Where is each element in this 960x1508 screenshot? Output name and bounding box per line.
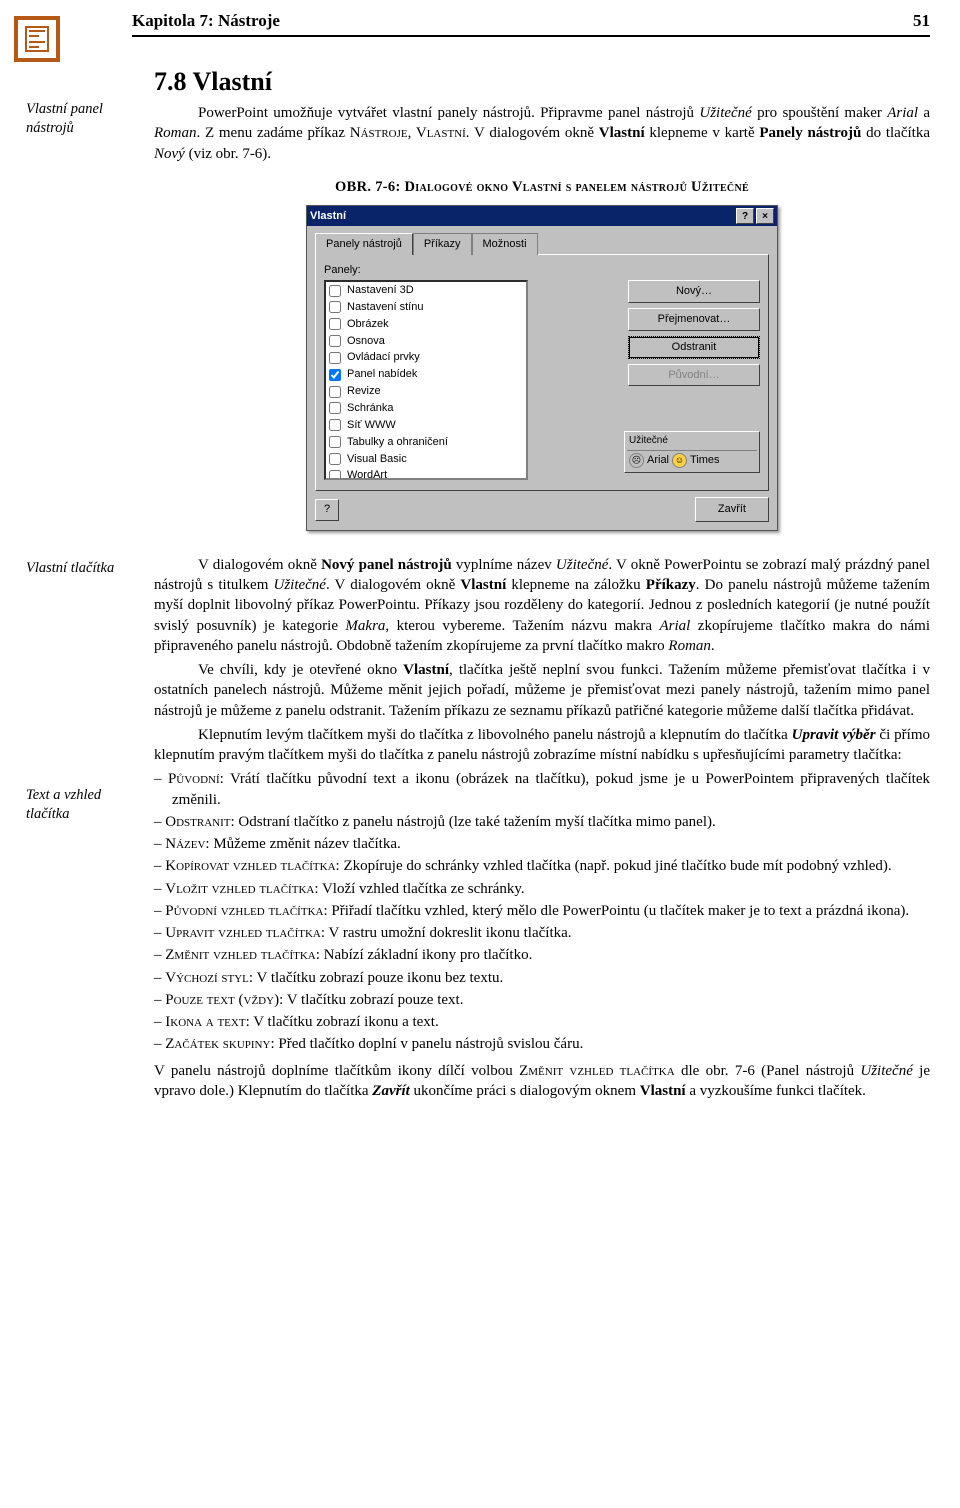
list-item: Tabulky a ohraničení	[326, 434, 526, 451]
close-button[interactable]: Zavřít	[695, 497, 769, 522]
list-item: Výchozí styl: V tlačítku zobrazí pouze i…	[154, 968, 930, 988]
section-heading: 7.8 Vlastní	[154, 64, 930, 99]
list-item: Původní: Vrátí tlačítku původní text a i…	[154, 769, 930, 810]
list-item: Název: Můžeme změnit název tlačítka.	[154, 834, 930, 854]
context-help-button[interactable]: ?	[315, 499, 339, 521]
reset-button: Původní…	[628, 364, 760, 387]
dialog-window: Vlastní ? × Panely nástrojů Příkazy Možn…	[306, 205, 778, 531]
list-item: Nastavení stínu	[326, 299, 526, 316]
toolbar-preview: Užitečné ☹ Arial ☺ Times	[624, 431, 760, 473]
chapter-title: Kapitola 7: Nástroje	[132, 10, 280, 33]
close-icon[interactable]: ×	[756, 208, 774, 224]
list-item: Kopírovat vzhled tlačítka: Zkopíruje do …	[154, 856, 930, 876]
context-menu-list: Původní: Vrátí tlačítku původní text a i…	[154, 769, 930, 1054]
dialog-title: Vlastní	[310, 209, 346, 224]
new-button[interactable]: Nový…	[628, 280, 760, 303]
list-item: Osnova	[326, 333, 526, 350]
tab-toolbars[interactable]: Panely nástrojů	[315, 233, 413, 255]
tab-commands[interactable]: Příkazy	[413, 233, 472, 255]
face-icon: ☺	[672, 453, 687, 468]
face-icon: ☹	[629, 453, 644, 468]
rename-button[interactable]: Přejmenovat…	[628, 308, 760, 331]
list-item: Začátek skupiny: Před tlačítko doplní v …	[154, 1034, 930, 1054]
preview-times: Times	[690, 453, 720, 468]
list-item: Panel nabídek	[326, 366, 526, 383]
paragraph: V dialogovém okně Nový panel nástrojů vy…	[154, 555, 930, 656]
figure-caption: OBR. 7-6: Dialogové okno Vlastní s panel…	[154, 178, 930, 198]
list-item: Ikona a text: V tlačítku zobrazí ikonu a…	[154, 1012, 930, 1032]
list-item: Ovládací prvky	[326, 349, 526, 366]
paragraph: Ve chvíli, kdy je otevřené okno Vlastní,…	[154, 660, 930, 721]
preview-title: Užitečné	[627, 434, 757, 451]
delete-button[interactable]: Odstranit	[628, 336, 760, 359]
list-item: Schránka	[326, 400, 526, 417]
preview-arial: Arial	[647, 453, 669, 468]
list-item: Původní vzhled tlačítka: Přiřadí tlačítk…	[154, 901, 930, 921]
list-item: Odstranit: Odstraní tlačítko z panelu ná…	[154, 812, 930, 832]
list-item: Vložit vzhled tlačítka: Vloží vzhled tla…	[154, 879, 930, 899]
paragraph: PowerPoint umožňuje vytvářet vlastní pan…	[154, 103, 930, 164]
margin-note: Vlastní tlačítka	[26, 559, 148, 578]
app-logo-icon	[14, 16, 60, 62]
list-item: Změnit vzhled tlačítka: Nabízí základní …	[154, 945, 930, 965]
paragraph: Klepnutím levým tlačítkem myši do tlačít…	[154, 725, 930, 766]
list-item: Pouze text (vždy): V tlačítku zobrazí po…	[154, 990, 930, 1010]
list-item: Visual Basic	[326, 451, 526, 468]
page-number: 51	[913, 10, 930, 33]
list-item: Síť WWW	[326, 417, 526, 434]
panels-listbox[interactable]: Nastavení 3D Nastavení stínu Obrázek Osn…	[324, 280, 528, 480]
list-item: Nastavení 3D	[326, 282, 526, 299]
panels-label: Panely:	[324, 263, 760, 278]
paragraph: V panelu nástrojů doplníme tlačítkům iko…	[154, 1061, 930, 1102]
tabstrip: Panely nástrojů Příkazy Možnosti	[315, 232, 769, 254]
list-item: Obrázek	[326, 316, 526, 333]
list-item: Upravit vzhled tlačítka: V rastru umožní…	[154, 923, 930, 943]
margin-note: Text a vzhled tlačítka	[26, 786, 148, 824]
margin-note: Vlastní panel nástrojů	[26, 100, 148, 138]
list-item: Revize	[326, 383, 526, 400]
help-icon[interactable]: ?	[736, 208, 754, 224]
tab-options[interactable]: Možnosti	[472, 233, 538, 255]
list-item: WordArt	[326, 467, 526, 480]
